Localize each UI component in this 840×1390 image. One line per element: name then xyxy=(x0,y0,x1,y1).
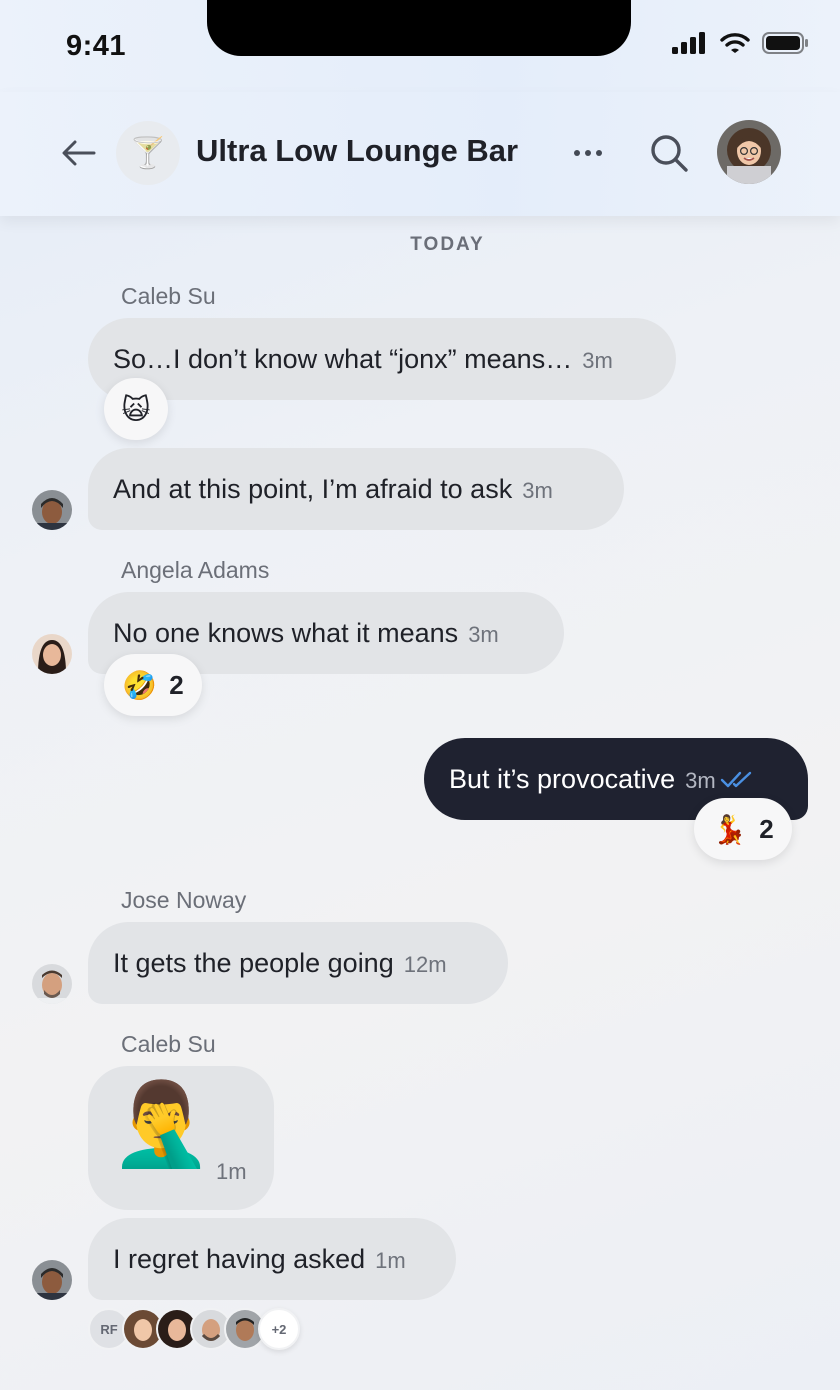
message-time: 3m xyxy=(582,348,613,373)
battery-icon xyxy=(762,32,808,54)
back-button[interactable] xyxy=(58,132,100,174)
message-bubble[interactable]: It gets the people going 12m xyxy=(88,922,508,1004)
date-divider: TODAY xyxy=(410,234,485,255)
dot-icon xyxy=(574,150,580,156)
signal-icon xyxy=(672,32,705,54)
arrow-left-icon xyxy=(62,140,96,166)
chat-header: 🍸 Ultra Low Lounge Bar xyxy=(0,0,840,216)
message-bubble[interactable]: And at this point, I’m afraid to ask 3m xyxy=(88,448,624,530)
user-avatar[interactable] xyxy=(717,120,781,184)
reaction-count: 2 xyxy=(169,669,184,700)
dot-icon xyxy=(596,150,602,156)
more-readers-count: +2 xyxy=(258,1308,300,1350)
message-time: 3m xyxy=(522,478,553,503)
message-time: 1m xyxy=(216,1159,247,1184)
message-text: So…I don’t know what “jonx” means… xyxy=(113,343,573,374)
device-notch xyxy=(207,0,631,56)
wifi-icon xyxy=(720,33,750,53)
message-time: 12m xyxy=(403,952,447,977)
reaction-count: 2 xyxy=(759,813,774,844)
status-bar: 9:41 xyxy=(0,0,840,92)
sender-avatar[interactable] xyxy=(32,634,72,674)
message-bubble[interactable]: So…I don’t know what “jonx” means… 3m xyxy=(88,318,676,400)
double-check-icon xyxy=(720,771,751,788)
reaction-chip[interactable]: 🙀 xyxy=(104,378,168,440)
message-text: No one knows what it means xyxy=(113,617,459,648)
facepalm-sticker: 🤦‍♂️ xyxy=(110,1079,213,1170)
read-receipts[interactable]: RF +2 xyxy=(88,1308,300,1350)
group-avatar[interactable]: 🍸 xyxy=(116,121,180,185)
message-text: I regret having asked xyxy=(113,1243,366,1274)
sender-name: Caleb Su xyxy=(121,1031,216,1057)
reaction-chip[interactable]: 🤣 2 xyxy=(104,654,202,716)
message-time: 3m xyxy=(468,622,499,647)
dancer-emoji: 💃 xyxy=(712,813,748,845)
message-text: But it’s provocative xyxy=(449,763,676,794)
system-icons xyxy=(672,32,808,54)
status-time: 9:41 xyxy=(66,30,127,62)
scared-cat-emoji: 🙀 xyxy=(121,393,151,425)
message-text: It gets the people going xyxy=(113,947,394,978)
sticker-message[interactable]: 🤦‍♂️ 1m xyxy=(88,1066,274,1210)
sender-name: Angela Adams xyxy=(121,557,270,583)
chat-title[interactable]: Ultra Low Lounge Bar xyxy=(196,133,518,169)
sender-avatar[interactable] xyxy=(32,1260,72,1300)
message-time: 1m xyxy=(375,1248,406,1273)
reaction-chip[interactable]: 💃 2 xyxy=(694,798,792,860)
message-bubble[interactable]: I regret having asked 1m xyxy=(88,1218,456,1300)
sender-avatar[interactable] xyxy=(32,964,72,1004)
dot-icon xyxy=(585,150,591,156)
search-icon[interactable] xyxy=(648,132,690,174)
sender-name: Jose Noway xyxy=(121,887,247,913)
sender-avatar[interactable] xyxy=(32,490,72,530)
message-text: And at this point, I’m afraid to ask xyxy=(113,473,513,504)
rofl-emoji: 🤣 xyxy=(122,669,158,701)
more-options-button[interactable] xyxy=(568,136,608,170)
message-time: 3m xyxy=(685,768,716,793)
sender-name: Caleb Su xyxy=(121,283,216,309)
